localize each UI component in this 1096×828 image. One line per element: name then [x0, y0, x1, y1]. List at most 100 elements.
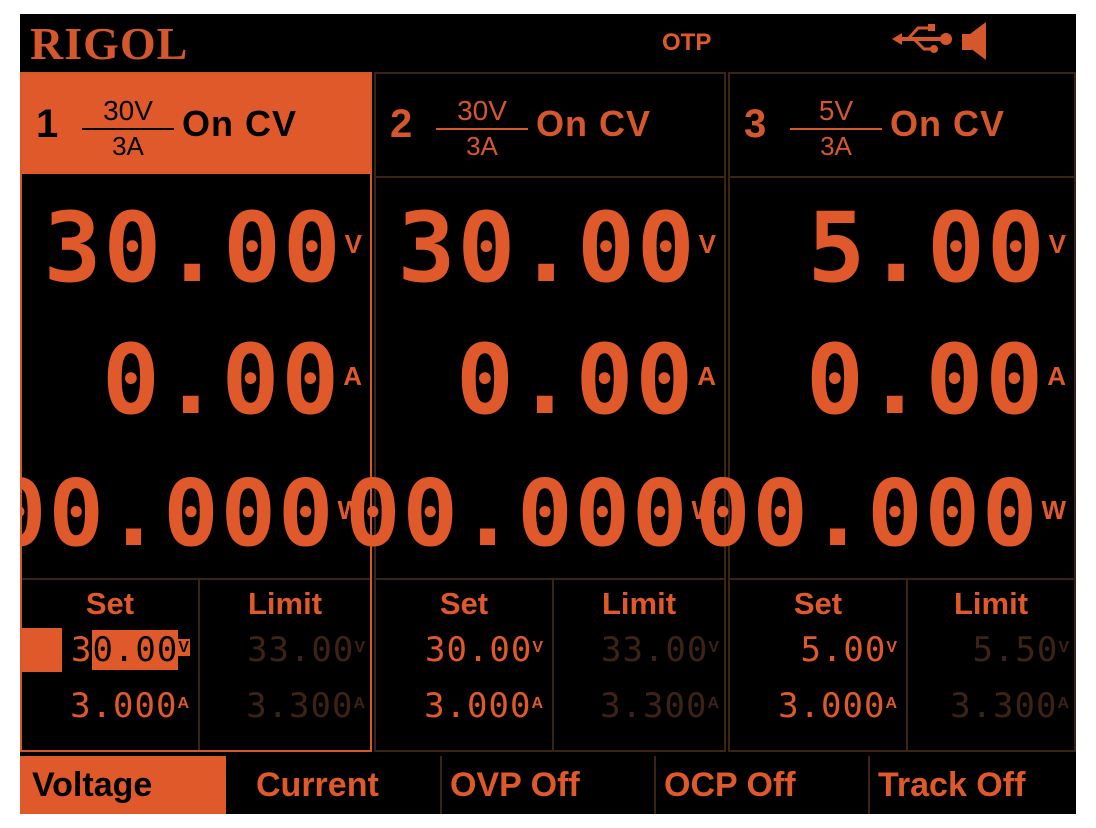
current-value: 0.00	[102, 324, 342, 436]
limit-voltage-field[interactable]: 33.00V	[247, 630, 366, 670]
limit-label: Limit	[953, 586, 1029, 621]
limit-current-field[interactable]: 3.300A	[246, 686, 366, 726]
usb-icon	[892, 24, 952, 53]
channel-number: 1	[36, 102, 59, 146]
limit-current-value: 3.300	[246, 686, 354, 726]
limit-current-value: 3.300	[600, 686, 708, 726]
channel-range: 30V 3A	[82, 96, 174, 160]
channel-number: 2	[390, 102, 413, 146]
channel-status: On CV	[890, 103, 1006, 144]
current-unit: A	[343, 361, 364, 391]
current-readout: 0.00A	[102, 330, 364, 430]
set-voltage-selected: 0.00	[92, 630, 179, 670]
voltage-unit: V	[344, 229, 364, 259]
limit-voltage-value: 33.00	[246, 630, 355, 670]
range-divider	[790, 128, 882, 130]
softkey-current[interactable]: Current	[226, 756, 440, 814]
limit-current-unit: A	[707, 695, 720, 712]
voltage-unit: V	[698, 229, 718, 259]
softkey-voltage[interactable]: Voltage	[20, 756, 226, 814]
set-column: Set 30.00V 3.000A	[376, 580, 554, 750]
voltage-readout: 30.00V	[398, 198, 718, 298]
edit-cursor	[22, 628, 62, 672]
limit-current-value: 3.300	[950, 686, 1058, 726]
limit-label: Limit	[601, 586, 677, 621]
brand-logo: RIGOL	[30, 18, 189, 69]
set-current-value: 3.000	[778, 686, 886, 726]
current-readout: 0.00A	[806, 330, 1068, 430]
channel-range: 5V 3A	[790, 96, 882, 160]
set-voltage-field[interactable]: 30.00V	[425, 630, 544, 670]
set-current-unit: A	[531, 695, 544, 712]
limit-voltage-value: 5.50	[972, 630, 1059, 670]
channel-3-panel[interactable]: 3 5V 3A On CV 5.00V 0.00A 00.000W Set 5.…	[695, 72, 1076, 752]
set-label: Set	[793, 586, 843, 621]
set-voltage-unit: V	[886, 639, 898, 656]
set-label: Set	[85, 586, 135, 621]
channel-range: 30V 3A	[436, 96, 528, 160]
power-value: 00.000	[345, 460, 690, 567]
set-label: Set	[439, 586, 489, 621]
channel-2-panel[interactable]: 2 30V 3A On CV 30.00V 0.00A 00.000W Set …	[345, 72, 726, 752]
power-readout: 00.000W	[20, 464, 364, 564]
set-voltage-field[interactable]: 30.00V	[71, 630, 190, 670]
set-current-unit: A	[885, 695, 898, 712]
limit-voltage-value: 33.00	[600, 630, 709, 670]
channel-1-panel[interactable]: 1 30V 3A On CV 30.00V 0.00A 00.000W Set …	[20, 72, 372, 752]
limit-voltage-field[interactable]: 33.00V	[601, 630, 720, 670]
range-divider	[436, 128, 528, 130]
set-voltage-unit: V	[178, 639, 190, 656]
channel-2-header[interactable]: 2 30V 3A On CV	[376, 74, 724, 178]
speaker-icon	[962, 22, 986, 60]
range-current: 3A	[820, 131, 852, 161]
current-readout: 0.00A	[456, 330, 718, 430]
set-current-field[interactable]: 3.000A	[424, 686, 544, 726]
set-column: Set 30.00V 3.000A	[22, 580, 200, 750]
set-voltage-value: 5.00	[800, 630, 887, 670]
current-value: 0.00	[806, 324, 1046, 436]
voltage-value: 30.00	[43, 192, 343, 304]
limit-column: Limit 33.00V 3.300A	[200, 580, 370, 750]
set-voltage-unit: V	[532, 639, 544, 656]
set-current-value: 3.000	[424, 686, 532, 726]
set-current-field[interactable]: 3.000A	[778, 686, 898, 726]
set-column: Set 5.00V 3.000A	[730, 580, 908, 750]
voltage-value: 30.00	[397, 192, 697, 304]
range-current: 3A	[112, 131, 144, 161]
softkey-ocp[interactable]: OCP Off	[654, 756, 868, 814]
current-value: 0.00	[456, 324, 696, 436]
limit-column: Limit 33.00V 3.300A	[554, 580, 724, 750]
range-voltage: 5V	[818, 95, 854, 126]
limit-label: Limit	[247, 586, 323, 621]
voltage-value: 5.00	[807, 192, 1047, 304]
limit-column: Limit 5.50V 3.300A	[908, 580, 1074, 750]
channel-1-header[interactable]: 1 30V 3A On CV	[22, 74, 370, 174]
power-supply-screen: RIGOL OTP 1 30V 3A On CV 30.00V 0.00A 00…	[20, 14, 1076, 814]
limit-current-unit: A	[353, 695, 366, 712]
set-current-field[interactable]: 3.000A	[70, 686, 190, 726]
voltage-readout: 30.00V	[44, 198, 364, 298]
power-readout: 00.000W	[345, 464, 718, 564]
limit-voltage-field[interactable]: 5.50V	[972, 630, 1070, 670]
set-voltage-field[interactable]: 5.00V	[800, 630, 898, 670]
limit-current-field[interactable]: 3.300A	[950, 686, 1070, 726]
set-current-value: 3.000	[70, 686, 178, 726]
set-limit-area: Set 30.00V 3.000A Limit 33.00V 3.300A	[376, 578, 724, 750]
channel-3-header[interactable]: 3 5V 3A On CV	[730, 74, 1074, 178]
set-voltage-head: 3	[70, 630, 93, 670]
set-voltage-value: 30.00	[424, 630, 533, 670]
set-limit-area: Set 5.00V 3.000A Limit 5.50V 3.300A	[730, 578, 1074, 750]
range-divider	[82, 128, 174, 130]
set-current-unit: A	[177, 695, 190, 712]
power-value: 00.000	[695, 460, 1040, 567]
power-readout: 00.000W	[695, 464, 1068, 564]
softkey-ovp[interactable]: OVP Off	[440, 756, 654, 814]
current-unit: A	[1047, 361, 1068, 391]
limit-current-field[interactable]: 3.300A	[600, 686, 720, 726]
softkey-bar: Voltage Current OVP Off OCP Off Track Of…	[20, 756, 1076, 814]
channel-status: On CV	[182, 103, 298, 144]
softkey-track[interactable]: Track Off	[868, 756, 1076, 814]
limit-voltage-unit: V	[354, 639, 366, 656]
current-unit: A	[697, 361, 718, 391]
range-current: 3A	[466, 131, 498, 161]
